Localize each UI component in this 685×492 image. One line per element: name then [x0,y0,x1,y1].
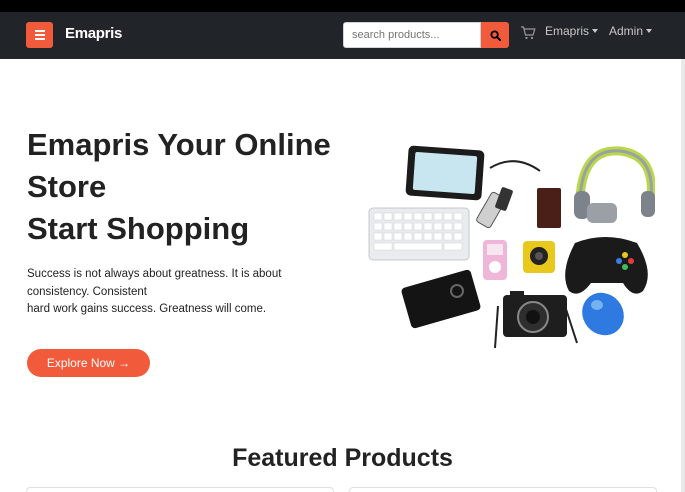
nav-dropdown-admin[interactable]: Admin [609,24,653,38]
hard-drive-icon [401,269,481,329]
search-input[interactable] [343,22,481,48]
product-card[interactable] [349,487,657,492]
explore-now-button[interactable]: Explore Now → [27,349,150,377]
nav-link-label: Admin [609,24,644,38]
music-player-icon [483,240,507,280]
hero-title-line: Start Shopping [27,211,250,246]
nav-dropdown-emapris[interactable]: Emapris [545,24,599,38]
cart-icon[interactable] [520,26,536,40]
caret-down-icon [592,28,599,33]
navbar: Emapris Emapris Admin [0,12,685,59]
top-strip [0,0,685,12]
search-button[interactable] [481,22,509,48]
product-card[interactable] [26,487,334,492]
wallet-icon [537,188,561,228]
hero-title: Emapris Your Online Store Start Shopping [27,124,367,250]
hero-electronics-image [368,145,655,349]
scrollbar[interactable] [681,59,685,492]
hero-text-line: consistency. Consistent [27,285,147,298]
nav-link-label: Emapris [545,24,590,38]
menu-toggle-button[interactable] [26,22,53,48]
action-camera-icon [523,241,555,273]
caret-down-icon [646,28,653,33]
hero-text-line: hard work gains success. Greatness will … [27,303,267,315]
hero-title-line: Emapris Your Online [27,127,331,162]
hero-text-line: Success is not always about greatness. I… [27,268,282,280]
camera-icon [494,291,578,349]
brand-logo[interactable]: Emapris [65,25,122,42]
feature-phone-icon [476,160,541,229]
hamburger-icon [34,30,45,32]
headphones-icon [574,146,655,223]
keyboard-icon [368,207,470,261]
tablet-icon [405,145,485,201]
hero-description: Success is not always about greatness. I… [27,266,327,319]
mouse-icon [582,292,624,336]
game-controller-icon [565,237,648,294]
hero-title-line: Store [27,169,107,204]
featured-products-heading: Featured Products [232,444,453,472]
search-icon [489,29,501,41]
